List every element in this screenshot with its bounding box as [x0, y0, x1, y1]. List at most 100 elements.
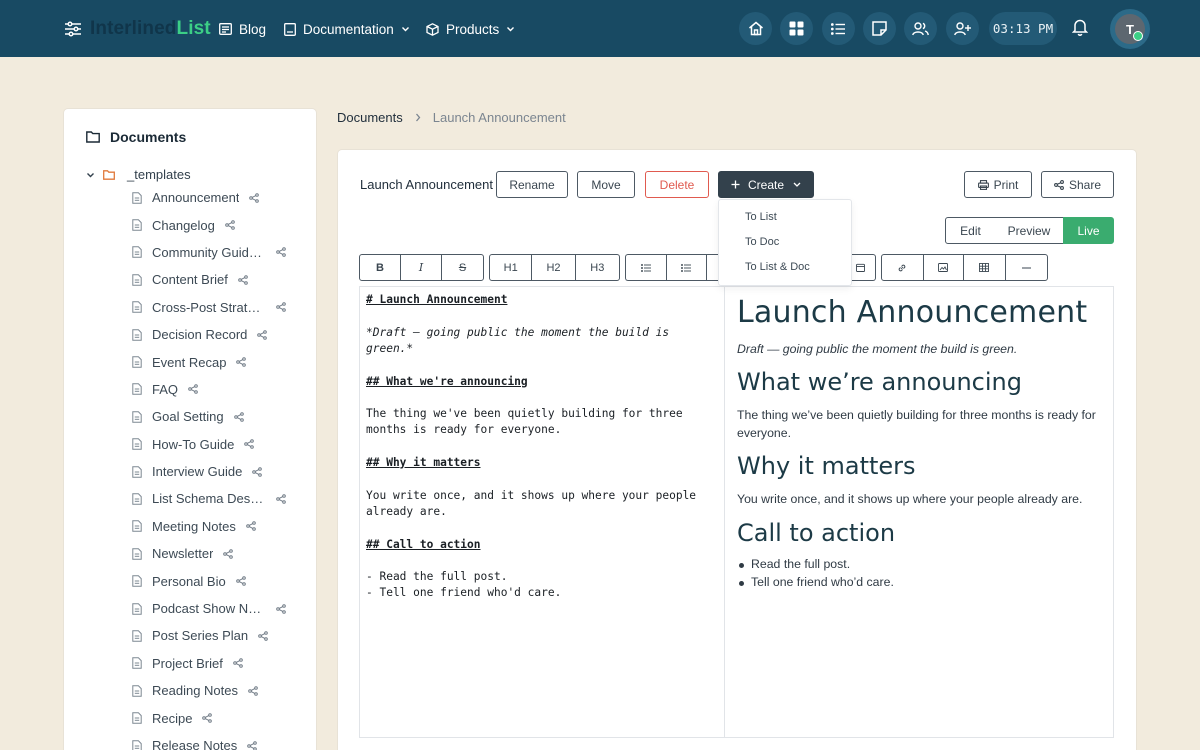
share-item-button[interactable]: [246, 521, 256, 532]
nav-documentation[interactable]: Documentation: [284, 18, 410, 40]
bullet-list-button[interactable]: [626, 255, 667, 280]
insert-link-button[interactable]: [882, 255, 924, 280]
brand-logo[interactable]: InterlinedList: [64, 17, 211, 41]
share-button[interactable]: Share: [1041, 171, 1114, 198]
home-button[interactable]: [739, 12, 772, 45]
sidebar-item[interactable]: Cross-Post Strategy: [132, 294, 286, 321]
italic-button[interactable]: I: [401, 255, 442, 280]
markdown-editor[interactable]: # Launch Announcement *Draft — going publ…: [359, 286, 724, 738]
breadcrumb-root[interactable]: Documents: [337, 110, 403, 125]
share-item-button[interactable]: [248, 685, 258, 696]
sidebar-item[interactable]: Content Brief: [132, 266, 286, 293]
share-item-button[interactable]: [276, 494, 286, 504]
sidebar-item[interactable]: Community Guideli...: [132, 239, 286, 266]
editor-line: ## Call to action: [366, 537, 481, 551]
share-item-button[interactable]: [225, 220, 235, 230]
mode-live-tab[interactable]: Live: [1063, 217, 1114, 244]
image-icon: [938, 263, 949, 272]
file-icon: [132, 219, 142, 231]
move-button[interactable]: Move: [577, 171, 635, 198]
h3-button[interactable]: H3: [576, 255, 619, 280]
sidebar-item[interactable]: Recipe: [132, 704, 286, 731]
dashboard-button[interactable]: [780, 12, 813, 45]
sidebar-item[interactable]: Goal Setting: [132, 403, 286, 430]
breadcrumb: Documents Launch Announcement: [337, 110, 566, 125]
horizontal-rule-button[interactable]: [1006, 255, 1047, 280]
sidebar-item[interactable]: Event Recap: [132, 348, 286, 375]
share-icon: [236, 357, 247, 367]
sidebar-item[interactable]: Interview Guide: [132, 458, 286, 485]
share-item-button[interactable]: [249, 192, 260, 203]
menu-item-to-list[interactable]: To List: [745, 211, 777, 223]
document-title: Launch Announcement: [360, 177, 493, 192]
share-item-button[interactable]: [202, 713, 213, 723]
horizontal-rule-icon: [1021, 267, 1031, 268]
share-item-button[interactable]: [188, 384, 198, 395]
strikethrough-button[interactable]: S: [442, 255, 483, 280]
share-item-button[interactable]: [276, 302, 286, 313]
bold-button[interactable]: B: [360, 255, 401, 280]
share-item-button[interactable]: [276, 603, 286, 614]
share-item-button[interactable]: [233, 412, 244, 422]
sidebar-item[interactable]: Project Brief: [132, 650, 286, 677]
h2-button[interactable]: H2: [532, 255, 576, 280]
h1-button[interactable]: H1: [490, 255, 533, 280]
mode-preview-tab[interactable]: Preview: [995, 217, 1064, 244]
share-item-button[interactable]: [247, 740, 258, 750]
numbered-list-button[interactable]: [667, 255, 708, 280]
share-item-button[interactable]: [257, 329, 268, 340]
delete-button[interactable]: Delete: [645, 171, 709, 198]
format-group-text: B I S: [359, 254, 484, 281]
sidebar-item[interactable]: List Schema Design: [132, 485, 286, 512]
share-item-button[interactable]: [276, 247, 286, 258]
share-item-button[interactable]: [258, 631, 268, 641]
sidebar-item[interactable]: Announcement: [132, 184, 286, 211]
calendar-icon: [855, 263, 865, 272]
sidebar-item[interactable]: Podcast Show Notes: [132, 595, 286, 622]
sidebar-item-label: List Schema Design: [152, 491, 266, 507]
notes-button[interactable]: [863, 12, 896, 45]
rename-button[interactable]: Rename: [496, 171, 568, 198]
share-item-button[interactable]: [238, 275, 248, 285]
share-icon: [258, 631, 268, 641]
editor-line: # Launch Announcement: [366, 293, 508, 306]
menu-item-to-list-and-doc[interactable]: To List & Doc: [745, 261, 810, 273]
share-icon: [244, 439, 255, 450]
people-button[interactable]: [904, 12, 937, 45]
file-icon: [132, 191, 142, 204]
sidebar-item[interactable]: Reading Notes: [132, 677, 286, 704]
sidebar-item[interactable]: Newsletter: [132, 540, 286, 567]
sidebar-item[interactable]: Meeting Notes: [132, 513, 286, 540]
sidebar-item[interactable]: Post Series Plan: [132, 622, 286, 649]
share-icon: [235, 576, 246, 586]
share-item-button[interactable]: [235, 576, 246, 586]
sidebar-item[interactable]: Changelog: [132, 211, 286, 238]
share-item-button[interactable]: [236, 357, 247, 367]
lists-button[interactable]: [822, 12, 855, 45]
share-item-button[interactable]: [252, 466, 263, 477]
sidebar-item-label: Announcement: [152, 190, 240, 206]
file-icon: [132, 465, 142, 478]
notifications-button[interactable]: [1071, 18, 1089, 41]
sidebar-item[interactable]: FAQ: [132, 376, 286, 403]
mode-edit-tab[interactable]: Edit: [945, 217, 996, 244]
share-item-button[interactable]: [233, 658, 243, 669]
sidebar-item[interactable]: Release Notes: [132, 732, 286, 750]
print-button[interactable]: Print: [964, 171, 1032, 198]
share-icon: [233, 658, 243, 669]
invite-button[interactable]: [946, 12, 979, 45]
sidebar-item-label: Personal Bio: [152, 573, 226, 589]
editor-line: - Read the full post.: [366, 570, 508, 584]
insert-table-button[interactable]: [964, 255, 1006, 280]
sidebar-item[interactable]: How-To Guide: [132, 431, 286, 458]
insert-image-button[interactable]: [924, 255, 965, 280]
share-item-button[interactable]: [223, 548, 234, 559]
sidebar-item[interactable]: Decision Record: [132, 321, 286, 348]
nav-blog[interactable]: Blog: [219, 18, 266, 40]
menu-item-to-doc[interactable]: To Doc: [745, 236, 779, 248]
share-item-button[interactable]: [244, 439, 255, 450]
sidebar-item[interactable]: Personal Bio: [132, 567, 286, 594]
create-button[interactable]: Create: [718, 171, 814, 198]
folder-templates[interactable]: _templates: [86, 167, 191, 182]
nav-products[interactable]: Products: [426, 18, 515, 40]
